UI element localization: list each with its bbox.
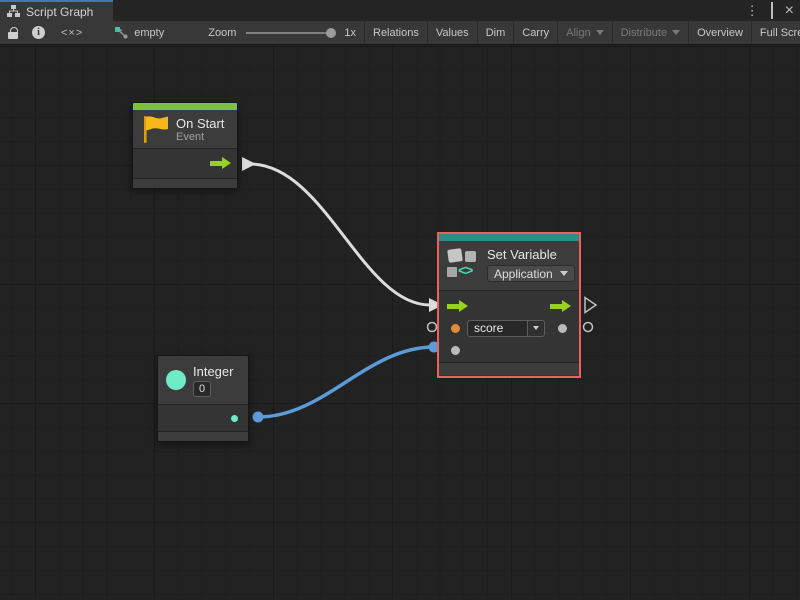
- zoom-label: Zoom: [208, 27, 236, 39]
- selection-label: empty: [134, 27, 164, 39]
- scope-dropdown-value: Application: [494, 267, 553, 281]
- value-output-cap[interactable]: [253, 412, 264, 423]
- node-subtitle: Event: [176, 131, 224, 143]
- setvariable-value-output-port[interactable]: [584, 323, 593, 332]
- control-output-cap[interactable]: [242, 157, 256, 171]
- code-overlay-icon: <×>: [61, 27, 83, 39]
- node-on-start[interactable]: On Start Event: [132, 102, 238, 188]
- selection-outline: <> Set Variable Application: [437, 232, 581, 378]
- value-port-row: [439, 339, 579, 361]
- align-button[interactable]: Align: [558, 21, 611, 44]
- scope-dropdown[interactable]: Application: [487, 265, 575, 282]
- integer-icon: [166, 370, 186, 390]
- node-title: On Start: [176, 116, 224, 131]
- node-header: <> Set Variable Application: [439, 241, 579, 290]
- node-title: Integer: [193, 364, 233, 379]
- graph-icon: [7, 5, 20, 18]
- set-variable-icon: <>: [447, 247, 480, 283]
- dim-button[interactable]: Dim: [478, 21, 514, 44]
- variable-accent-strip: [439, 234, 579, 241]
- title-bar: Script Graph ⋮ ×: [0, 0, 800, 21]
- flag-icon: [141, 114, 169, 144]
- control-port-row: [439, 295, 579, 317]
- integer-value-field[interactable]: 0: [193, 381, 211, 397]
- toolbar-buttons: Relations Values Dim Carry Align Distrib…: [364, 21, 800, 44]
- tab-script-graph[interactable]: Script Graph: [0, 0, 113, 21]
- fullscreen-button[interactable]: Full Screen: [752, 21, 800, 44]
- chevron-down-icon: [560, 271, 568, 276]
- node-integer[interactable]: Integer 0: [157, 355, 249, 442]
- chevron-down-icon: [672, 30, 680, 35]
- distribute-button[interactable]: Distribute: [613, 21, 688, 44]
- tab-title: Script Graph: [26, 5, 93, 19]
- node-footer: [133, 178, 237, 188]
- maximize-icon[interactable]: [771, 0, 773, 21]
- event-accent-strip: [133, 103, 237, 110]
- zoom-value: 1x: [344, 27, 356, 39]
- variable-name-value: score: [468, 321, 527, 335]
- overview-button[interactable]: Overview: [689, 21, 751, 44]
- node-ports: [158, 404, 248, 431]
- zoom-slider[interactable]: [246, 32, 334, 34]
- relations-button[interactable]: Relations: [365, 21, 427, 44]
- name-port-row: score: [439, 317, 579, 339]
- connection-integer-to-setvariable[interactable]: [258, 347, 434, 417]
- node-title: Set Variable: [487, 247, 575, 262]
- lock-icon: [8, 27, 16, 39]
- value-output-icon[interactable]: [558, 324, 567, 333]
- script-graph-window: Script Graph ⋮ × i <×> empty: [0, 0, 800, 600]
- node-footer: [158, 431, 248, 441]
- graph-toolbar: i <×> empty Zoom 1x Relations: [0, 21, 800, 45]
- graph-canvas[interactable]: On Start Event <> Set Variable: [0, 45, 800, 600]
- window-controls: ⋮ ×: [746, 0, 794, 21]
- variable-name-dropdown[interactable]: score: [467, 320, 545, 337]
- node-footer: [439, 362, 579, 375]
- node-header: Integer 0: [158, 356, 248, 404]
- control-output-icon[interactable]: [210, 157, 231, 170]
- node-set-variable[interactable]: <> Set Variable Application: [439, 234, 579, 376]
- menu-icon[interactable]: ⋮: [746, 0, 759, 21]
- name-input-icon[interactable]: [451, 324, 460, 333]
- info-icon: i: [32, 26, 45, 39]
- node-ports: [133, 148, 237, 178]
- value-input-icon[interactable]: [451, 346, 460, 355]
- connection-onstart-to-setvariable[interactable]: [250, 164, 430, 305]
- chevron-down-icon: [533, 326, 539, 330]
- integer-output-icon[interactable]: [231, 415, 238, 422]
- values-button[interactable]: Values: [428, 21, 477, 44]
- connections-layer: [0, 45, 800, 600]
- lock-button[interactable]: [0, 21, 24, 44]
- carry-button[interactable]: Carry: [514, 21, 557, 44]
- node-header: On Start Event: [133, 110, 237, 148]
- dropdown-button[interactable]: [527, 321, 544, 336]
- node-ports: score: [439, 290, 579, 362]
- code-brackets-icon: <>: [458, 262, 472, 278]
- chevron-down-icon: [596, 30, 604, 35]
- setvariable-name-input-port[interactable]: [428, 323, 437, 332]
- zoom-control: Zoom 1x: [200, 21, 364, 44]
- inspect-button[interactable]: i: [24, 21, 53, 44]
- selection-icon: [115, 27, 128, 39]
- control-input-icon[interactable]: [447, 300, 468, 313]
- setvariable-control-output-port[interactable]: [585, 298, 596, 313]
- code-overlay-button[interactable]: <×>: [53, 21, 91, 44]
- zoom-slider-thumb[interactable]: [326, 28, 336, 38]
- close-icon[interactable]: ×: [785, 0, 794, 21]
- selection-indicator: empty: [91, 21, 172, 44]
- control-output-icon[interactable]: [550, 300, 571, 313]
